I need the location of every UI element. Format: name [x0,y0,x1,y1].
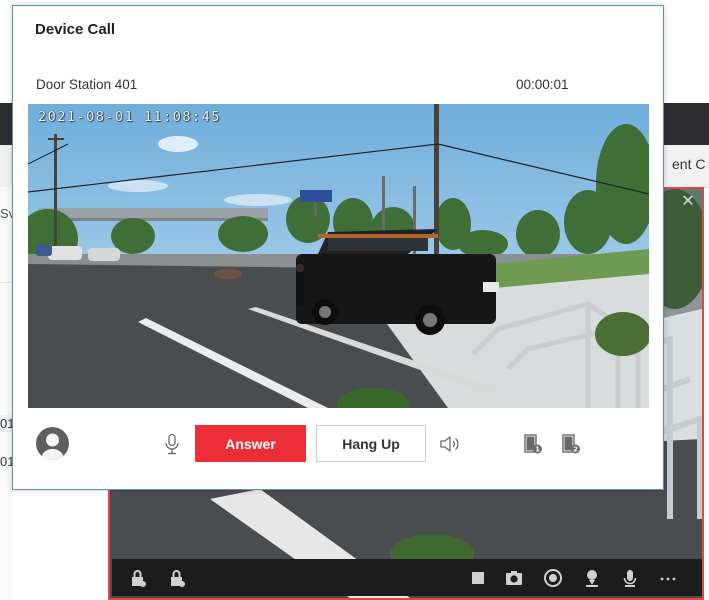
record-icon[interactable] [543,568,563,588]
lock-icon[interactable] [167,568,187,588]
call-video-scene [28,104,649,408]
call-video-feed: 2021-08-01 11:08:45 [28,104,649,408]
microphone-icon[interactable] [620,568,640,588]
hang-up-button[interactable]: Hang Up [316,425,426,462]
background-live-view-toolbar [112,559,702,596]
person-icon[interactable] [582,568,602,588]
camera-icon[interactable] [504,568,524,588]
svg-text:2: 2 [573,446,578,454]
microphone-icon[interactable] [163,433,181,455]
speaker-icon[interactable] [439,433,461,455]
background-tab-label[interactable]: ent C [672,156,705,172]
dialog-title: Device Call [35,21,116,38]
background-divider [0,282,12,283]
background-left-panel [0,187,12,600]
device-name: Door Station 401 [36,77,138,92]
video-timestamp-overlay: 2021-08-01 11:08:45 [38,109,221,125]
lock-icon[interactable] [128,568,148,588]
stop-icon[interactable] [468,568,488,588]
device-call-dialog: Device Call Door Station 401 00:00:01 20… [12,5,664,490]
avatar-icon [36,427,69,460]
door-2-unlock-icon[interactable]: 2 [561,433,581,455]
answer-button[interactable]: Answer [195,425,306,462]
svg-text:1: 1 [535,446,540,454]
close-icon[interactable]: ✕ [678,193,698,211]
door-1-unlock-icon[interactable]: 1 [523,433,543,455]
more-icon[interactable] [658,568,678,588]
call-timer: 00:00:01 [516,77,569,92]
